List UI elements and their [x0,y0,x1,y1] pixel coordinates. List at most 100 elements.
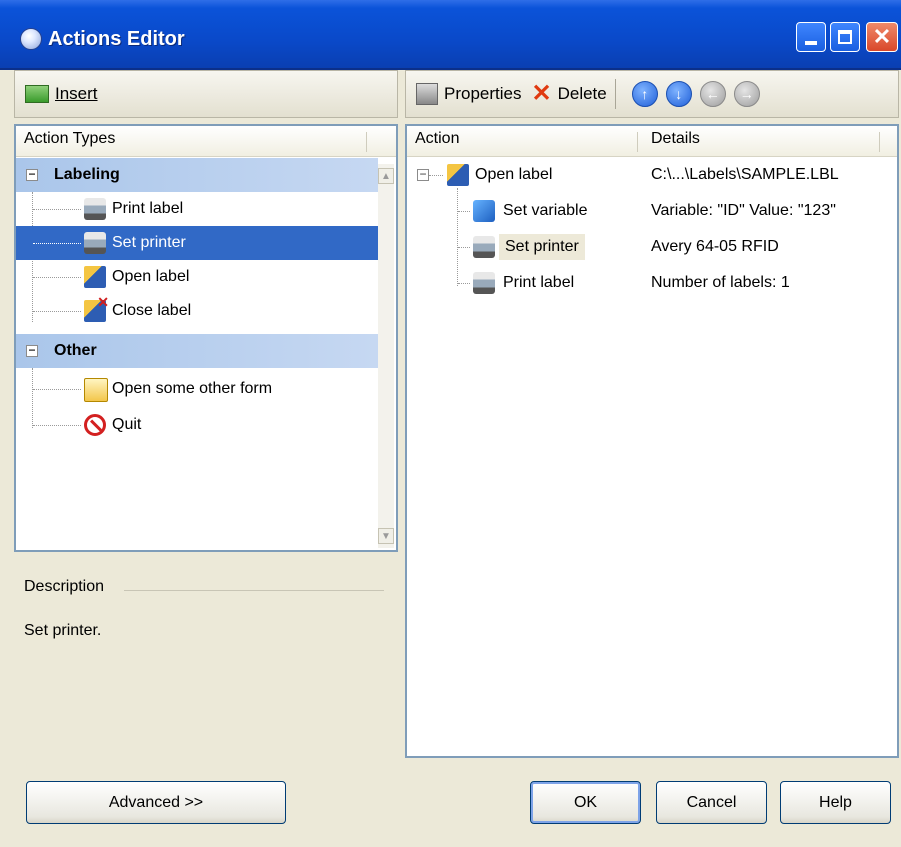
insert-label: Insert [55,84,98,103]
description-divider [124,590,384,591]
delete-button[interactable]: ✕ Delete [531,80,607,107]
column-action[interactable]: Action [415,130,459,148]
tree-item-label: Open some other form [112,380,273,397]
action-details: Avery 64-05 RFID [651,238,779,255]
collapse-icon[interactable]: − [417,168,429,181]
action-types-header: Action Types [16,126,396,157]
actions-list-header: Action Details [407,126,897,157]
minimize-icon [805,41,817,45]
maximize-icon [838,30,852,44]
action-row-set-variable[interactable]: Set variable Variable: "ID" Value: "123" [407,194,897,228]
header-divider [879,132,880,152]
insert-button[interactable]: Insert [25,84,98,104]
collapse-icon[interactable]: − [26,168,38,181]
properties-icon [416,83,438,105]
tree-item-label: Set printer [112,234,186,251]
tree-line [33,425,81,427]
set-printer-icon [473,236,495,258]
move-up-button[interactable]: ↑ [631,81,658,107]
action-types-panel[interactable]: Action Types − Labeling Print label Set … [14,124,398,552]
action-types-header-label: Action Types [24,130,116,147]
open-label-icon [84,266,106,288]
action-row-open-label[interactable]: − Open label C:\...\Labels\SAMPLE.LBL [407,158,897,192]
action-details: C:\...\Labels\SAMPLE.LBL [651,166,839,183]
toolbar-separator [614,79,616,109]
move-right-button[interactable]: → [733,81,760,107]
description-text: Set printer. [24,622,102,639]
tree-item-label: Open label [112,268,190,285]
variable-icon [473,200,495,222]
vertical-scrollbar[interactable]: ▲ ▼ [378,164,394,548]
action-name: Open label [475,166,553,183]
action-name: Set variable [503,202,588,219]
actions-list-panel[interactable]: Action Details − Open label C:\...\Label… [405,124,899,758]
tree-item-set-printer[interactable]: Set printer [16,226,378,260]
header-divider [637,132,638,152]
printer-icon [473,272,495,294]
arrow-down-icon: ↓ [675,86,683,102]
collapse-icon[interactable]: − [26,344,38,357]
tree-line [458,247,470,249]
maximize-button[interactable] [830,22,860,52]
delete-label: Delete [557,84,607,103]
group-label: Other [54,342,97,359]
tree-item-label: Close label [112,302,192,319]
close-button[interactable]: ✕ [866,22,898,52]
scroll-down-button[interactable]: ▼ [378,528,394,544]
action-row-set-printer[interactable]: Set printer Avery 64-05 RFID [407,230,897,264]
arrow-left-icon: ← [705,86,720,102]
column-details[interactable]: Details [651,130,700,148]
tree-item-close-label[interactable]: Close label [16,294,378,328]
tree-line [33,209,81,211]
advanced-button[interactable]: Advanced >> [26,781,286,824]
right-toolbar: Properties ✕ Delete ↑ ↓ ← → [405,70,899,118]
title-bar[interactable]: Actions Editor ✕ [0,0,901,70]
tree-item-open-label[interactable]: Open label [16,260,378,294]
group-label: Labeling [54,166,120,183]
move-left-button[interactable]: ← [699,81,726,107]
scroll-up-button[interactable]: ▲ [378,168,394,184]
insert-icon [25,85,49,103]
tree-item-label: Quit [112,416,142,433]
action-row-print-label[interactable]: Print label Number of labels: 1 [407,266,897,300]
help-button[interactable]: Help [780,781,891,824]
printer-icon [84,198,106,220]
tree-item-quit[interactable]: Quit [16,408,378,442]
delete-icon: ✕ [531,80,552,107]
ok-button[interactable]: OK [530,781,641,824]
tree-item-print-label[interactable]: Print label [16,192,378,226]
app-icon [20,28,42,50]
tree-line [458,211,470,213]
properties-button[interactable]: Properties [416,83,521,105]
arrow-right-icon: → [739,86,754,102]
action-name: Set printer [499,234,585,260]
set-printer-icon [84,232,106,254]
arrow-up-icon: ↑ [641,86,649,102]
group-other[interactable]: − Other [16,334,378,368]
move-down-button[interactable]: ↓ [665,81,692,107]
cancel-button[interactable]: Cancel [656,781,767,824]
tree-line [458,283,470,285]
tree-line [33,389,81,391]
chevron-up-icon: ▲ [381,170,391,182]
minimize-button[interactable] [796,22,826,52]
chevron-down-icon: ▼ [381,530,391,542]
close-icon: ✕ [872,24,892,49]
tree-item-open-other-form[interactable]: Open some other form [16,372,378,406]
tree-line [33,243,81,245]
header-divider [366,132,367,152]
form-icon [84,378,108,402]
group-labeling[interactable]: − Labeling [16,158,378,192]
action-details: Variable: "ID" Value: "123" [651,202,836,219]
left-toolbar: Insert [14,70,398,118]
tree-line [429,175,443,177]
action-name: Print label [503,274,575,291]
action-details: Number of labels: 1 [651,274,790,291]
tree-item-label: Print label [112,200,184,217]
open-label-icon [447,164,469,186]
close-label-icon [84,294,109,322]
window-title: Actions Editor [48,28,185,50]
description-title: Description [24,578,105,595]
tree-line [33,311,81,313]
quit-icon [84,414,106,436]
